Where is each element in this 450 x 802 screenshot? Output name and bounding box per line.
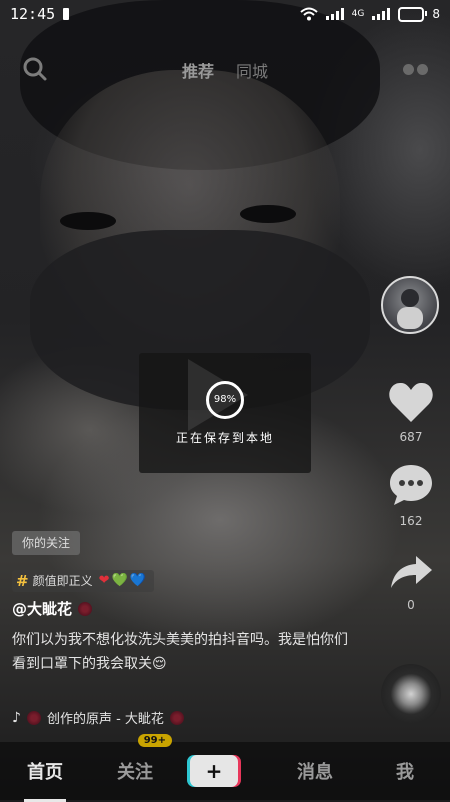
create-button[interactable]: + [190,755,238,787]
nav-following[interactable]: 关注 99+ [100,734,172,784]
author-name[interactable]: @大眦花 [12,598,72,619]
flower-icon [78,601,93,616]
music-note-icon: ♪ [12,709,21,726]
video-eye-right [240,205,296,223]
tab-recommend[interactable]: 推荐 [182,58,214,82]
battery-saver-icon [63,8,70,20]
saving-message: 正在保存到本地 [175,430,274,445]
like-count: 687 [399,430,423,444]
video-eye-left [60,212,116,230]
top-tabs: 推荐 同城 [0,58,450,82]
status-bar: 12:45 4G 8 [0,0,450,28]
nav-me[interactable]: 我 [370,758,440,784]
battery-level: 8 [432,7,440,21]
share-icon [391,556,432,588]
top-nav: 推荐 同城 [0,48,450,88]
green-heart-icon: 💚 [111,573,128,588]
plus-icon: + [205,759,223,783]
comment-icon [390,465,432,505]
music-disc[interactable] [381,664,441,724]
nav-following-label: 关注 [117,762,153,783]
hashtag-emojis: ❤ 💚 💙 [99,570,146,592]
blue-heart-icon: 💙 [129,573,146,588]
avatar-photo [397,289,423,329]
share-button[interactable]: 0 [385,552,437,612]
nav-me-label: 我 [396,762,414,783]
like-button[interactable]: 687 [385,380,437,444]
following-badge: 99+ [137,734,172,747]
hashtag-text: 颜值即正义 [32,574,93,588]
status-left: 12:45 [10,5,70,23]
battery-icon [398,6,428,22]
wifi-icon [299,7,318,21]
comment-button[interactable]: 162 [385,462,437,528]
status-time: 12:45 [10,5,56,23]
flower-icon-small [26,710,41,725]
comment-count: 162 [399,514,423,528]
nav-home[interactable]: 首页 [10,758,80,802]
follow-badge: 你的关注 [12,531,81,555]
video-description: 你们以为我不想化妆洗头美美的拍抖音吗。我是怕你们看到口罩下的我会取关😌 [12,632,348,672]
bottom-nav: 首页 关注 99+ + 消息 我 [0,734,450,802]
hashtag-pill[interactable]: # 颜值即正义 ❤ 💚 💙 [12,570,154,592]
author-avatar[interactable] [381,276,439,334]
nav-home-label: 首页 [27,762,63,783]
flower-icon-trailing [169,710,184,725]
status-right: 4G 8 [299,6,440,22]
tab-nearby[interactable]: 同城 [236,58,268,82]
author-line[interactable]: @大眦花 [12,598,93,619]
heart-icon [389,382,433,422]
nav-messages[interactable]: 消息 [280,758,350,784]
live-icon[interactable] [403,64,428,75]
music-title: 创作的原声 - 大眦花 [46,712,164,727]
play-icon [188,359,248,431]
share-count: 0 [407,598,415,612]
nav-messages-label: 消息 [297,762,333,783]
signal-icon-2 [372,8,391,20]
red-heart-icon: ❤ [98,573,110,588]
signal-icon [325,8,344,20]
nav-create[interactable]: + [190,755,260,787]
hashtag-icon: # [16,572,29,590]
music-line[interactable]: ♪ 创作的原声 - 大眦花 [12,708,184,727]
network-type: 4G [351,9,365,19]
